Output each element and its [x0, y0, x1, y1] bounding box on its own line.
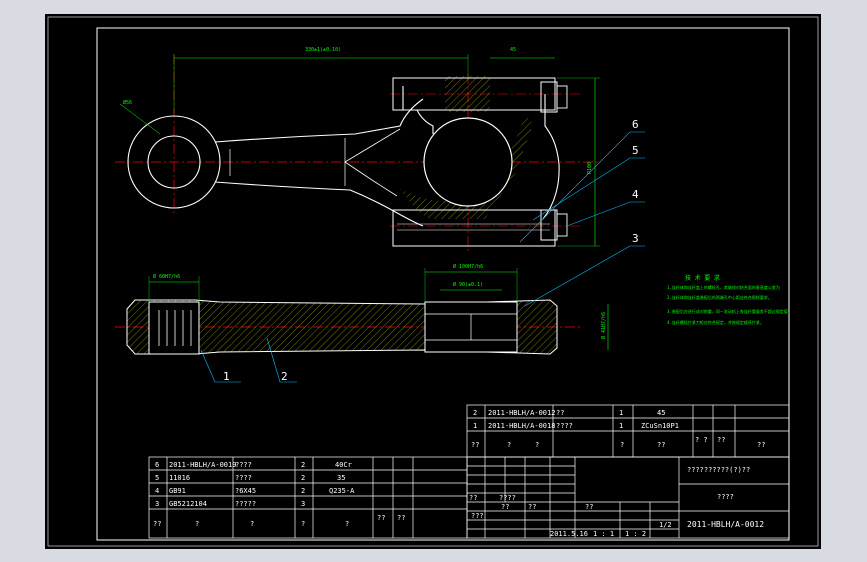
lbom-r1-mat: 40Cr: [335, 461, 352, 469]
lower-bolt-end: [556, 213, 568, 237]
small-end-bushing: [148, 301, 200, 355]
lbom-hdr-code: ?: [195, 520, 199, 528]
ubom-r2-no: 1: [473, 422, 477, 430]
lbom-hdr-w1: ??: [377, 514, 385, 522]
tb-date: 2011.5.16: [550, 530, 588, 538]
ubom-r2-name: ????: [556, 422, 573, 430]
front-view[interactable]: [115, 54, 600, 254]
upper-bolt-end: [556, 85, 568, 109]
ubom-r1-no: 2: [473, 409, 477, 417]
balloon-1: 1: [223, 370, 230, 383]
lbom-r4-name: ?????: [235, 500, 256, 508]
drawing-number: 2011-HBLH/A-0012: [687, 520, 764, 529]
technical-notes: 技 术 要 求 1.连杆体和连杆盖上的螺栓孔，其轴线对结合面的垂直度公差为 2.…: [667, 274, 792, 325]
lbom-r3-no: 4: [155, 487, 159, 495]
material: ????: [717, 493, 734, 501]
lbom-hdr-no: ??: [153, 520, 161, 528]
balloon-2: 2: [281, 370, 288, 383]
notes-title: 技 术 要 求: [685, 274, 720, 282]
ubom-hdr-qty: ?: [620, 441, 624, 449]
note-line-4: 4.连杆螺栓拧紧力矩应符合规定，并按规定顺序拧紧。: [667, 319, 764, 325]
ubom-r1-name: ??: [556, 409, 564, 417]
dim-side: Ø 41H7/h6: [600, 312, 607, 339]
lbom-r2-code: 11016: [169, 474, 190, 482]
note-line-2: 2.连杆体和连杆盖装配后的两端孔中心距应符合图样要求。: [667, 294, 772, 300]
ubom-r1-mat: 45: [657, 409, 665, 417]
tb-small3: ??: [501, 503, 509, 511]
dim-width-45: 45: [510, 47, 516, 53]
web-fillets: [344, 128, 401, 197]
ubom-hdr-note: ??: [757, 441, 765, 449]
lbom-r1-no: 6: [155, 461, 159, 469]
ubom-hdr-name: ?: [535, 441, 539, 449]
lbom-r1-qty: 2: [301, 461, 305, 469]
lbom-hdr-name: ?: [250, 520, 254, 528]
cap-bolt-hatch: [445, 76, 490, 112]
balloon-3: 3: [632, 232, 639, 245]
dim-big-bore: Ø 90(±0.1): [453, 281, 483, 288]
ubom-hdr-mat: ??: [657, 441, 665, 449]
ubom-hdr-w2: ??: [717, 436, 725, 444]
lbom-r2-name: ????: [235, 474, 252, 482]
dim-center-distance: 330±1(±0.10): [305, 47, 341, 53]
lbom-r2-no: 5: [155, 474, 159, 482]
dim-small-width: Ø 60H7/h6: [153, 273, 180, 280]
tb-scale1: 1 : 1: [593, 530, 614, 538]
ubom-r1-qty: 1: [619, 409, 623, 417]
lbom-hdr-qty: ?: [301, 520, 305, 528]
ubom-hdr-no: ??: [471, 441, 479, 449]
balloon-6: 6: [632, 118, 639, 131]
ubom-hdr-w1: ? ?: [695, 436, 708, 444]
lbom-r3-name: ?6X45: [235, 487, 256, 495]
note-line-1: 1.连杆体和连杆盖上的螺栓孔，其轴线对结合面的垂直度公差为: [667, 284, 780, 290]
tb-small2: ???: [471, 512, 484, 520]
balloon-4: 4: [632, 188, 639, 201]
ubom-r2-qty: 1: [619, 422, 623, 430]
ubom-r1-code: 2011-HBLH/A-0012: [488, 409, 555, 417]
front-dimensions: 330±1(±0.10) 45 Ø56 R100: [119, 47, 600, 247]
ubom-hdr-code: ?: [507, 441, 511, 449]
tb-hdr: ??: [585, 503, 593, 511]
lbom-r4-no: 3: [155, 500, 159, 508]
lbom-hdr-mat: ?: [345, 520, 349, 528]
big-end-bore: [423, 117, 513, 207]
ubom-r2-mat: ZCuSn10P1: [641, 422, 679, 430]
drawing-canvas: 330±1(±0.10) 45 Ø56 R100 Ø 60H7/h6 Ø 100…: [47, 16, 819, 547]
lbom-r3-code: GB91: [169, 487, 186, 495]
lbom-r2-mat: 35: [337, 474, 345, 482]
lbom-r4-qty: 3: [301, 500, 305, 508]
lbom-r4-code: GB5212104: [169, 500, 207, 508]
lbom-r3-qty: 2: [301, 487, 305, 495]
lbom-r1-name: ????: [235, 461, 252, 469]
shank-upper-edge: [214, 98, 424, 143]
tb-scale2: 1 : 2: [625, 530, 646, 538]
dim-small-end-dia: Ø56: [123, 99, 132, 106]
lbom-r2-qty: 2: [301, 474, 305, 482]
note-line-3: 3.装配后应进行成对称重，同一发动机上各连杆重量差不超过规定值，: [667, 308, 792, 314]
lbom-r1-code: 2011-HBLH/A-0019: [169, 461, 236, 469]
tb-design: ????: [499, 494, 516, 502]
part-name: ??????????(?)??: [687, 466, 750, 474]
shank-lower-edge: [214, 181, 424, 227]
lbom-hdr-w2: ??: [397, 514, 405, 522]
cad-viewport[interactable]: 330±1(±0.10) 45 Ø56 R100 Ø 60H7/h6 Ø 100…: [45, 14, 821, 549]
tb-check: ??: [528, 503, 536, 511]
tb-small1: ??: [469, 494, 477, 502]
lbom-r3-mat: Q235-A: [329, 487, 355, 495]
tb-sheet: 1/2: [659, 521, 672, 529]
dim-big-bore-fit: Ø 100H7/h6: [453, 263, 483, 270]
side-view[interactable]: [115, 299, 580, 355]
balloon-5: 5: [632, 144, 639, 157]
ubom-r2-code: 2011-HBLH/A-0018: [488, 422, 555, 430]
